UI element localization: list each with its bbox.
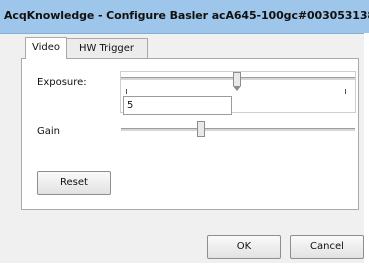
ok-button[interactable]: OK <box>207 235 281 259</box>
cancel-button[interactable]: Cancel <box>290 235 364 259</box>
cancel-button-label: Cancel <box>310 241 344 252</box>
tab-hw-trigger[interactable]: HW Trigger <box>65 38 148 58</box>
exposure-min-tick <box>126 89 127 94</box>
video-tab-panel: Exposure: 5 Gain Reset <box>21 58 359 210</box>
configure-dialog: AcqKnowledge - Configure Basler acA645-1… <box>0 0 369 268</box>
gain-label: Gain <box>37 126 60 137</box>
window-bottom-edge <box>0 263 369 268</box>
gain-slider[interactable] <box>120 120 356 140</box>
ok-button-label: OK <box>236 241 252 252</box>
window-title: AcqKnowledge - Configure Basler acA645-1… <box>4 9 369 22</box>
gain-slider-track <box>121 128 355 132</box>
exposure-max-tick <box>345 89 346 94</box>
reset-button[interactable]: Reset <box>37 171 111 195</box>
exposure-label: Exposure: <box>37 77 87 88</box>
reset-button-label: Reset <box>60 177 88 188</box>
exposure-slider-thumb[interactable] <box>233 72 241 91</box>
exposure-value-field[interactable]: 5 <box>123 96 232 115</box>
tab-video[interactable]: Video <box>25 37 67 59</box>
window-right-edge <box>364 33 369 268</box>
title-bar: AcqKnowledge - Configure Basler acA645-1… <box>0 0 369 34</box>
gain-slider-thumb[interactable] <box>197 121 205 137</box>
